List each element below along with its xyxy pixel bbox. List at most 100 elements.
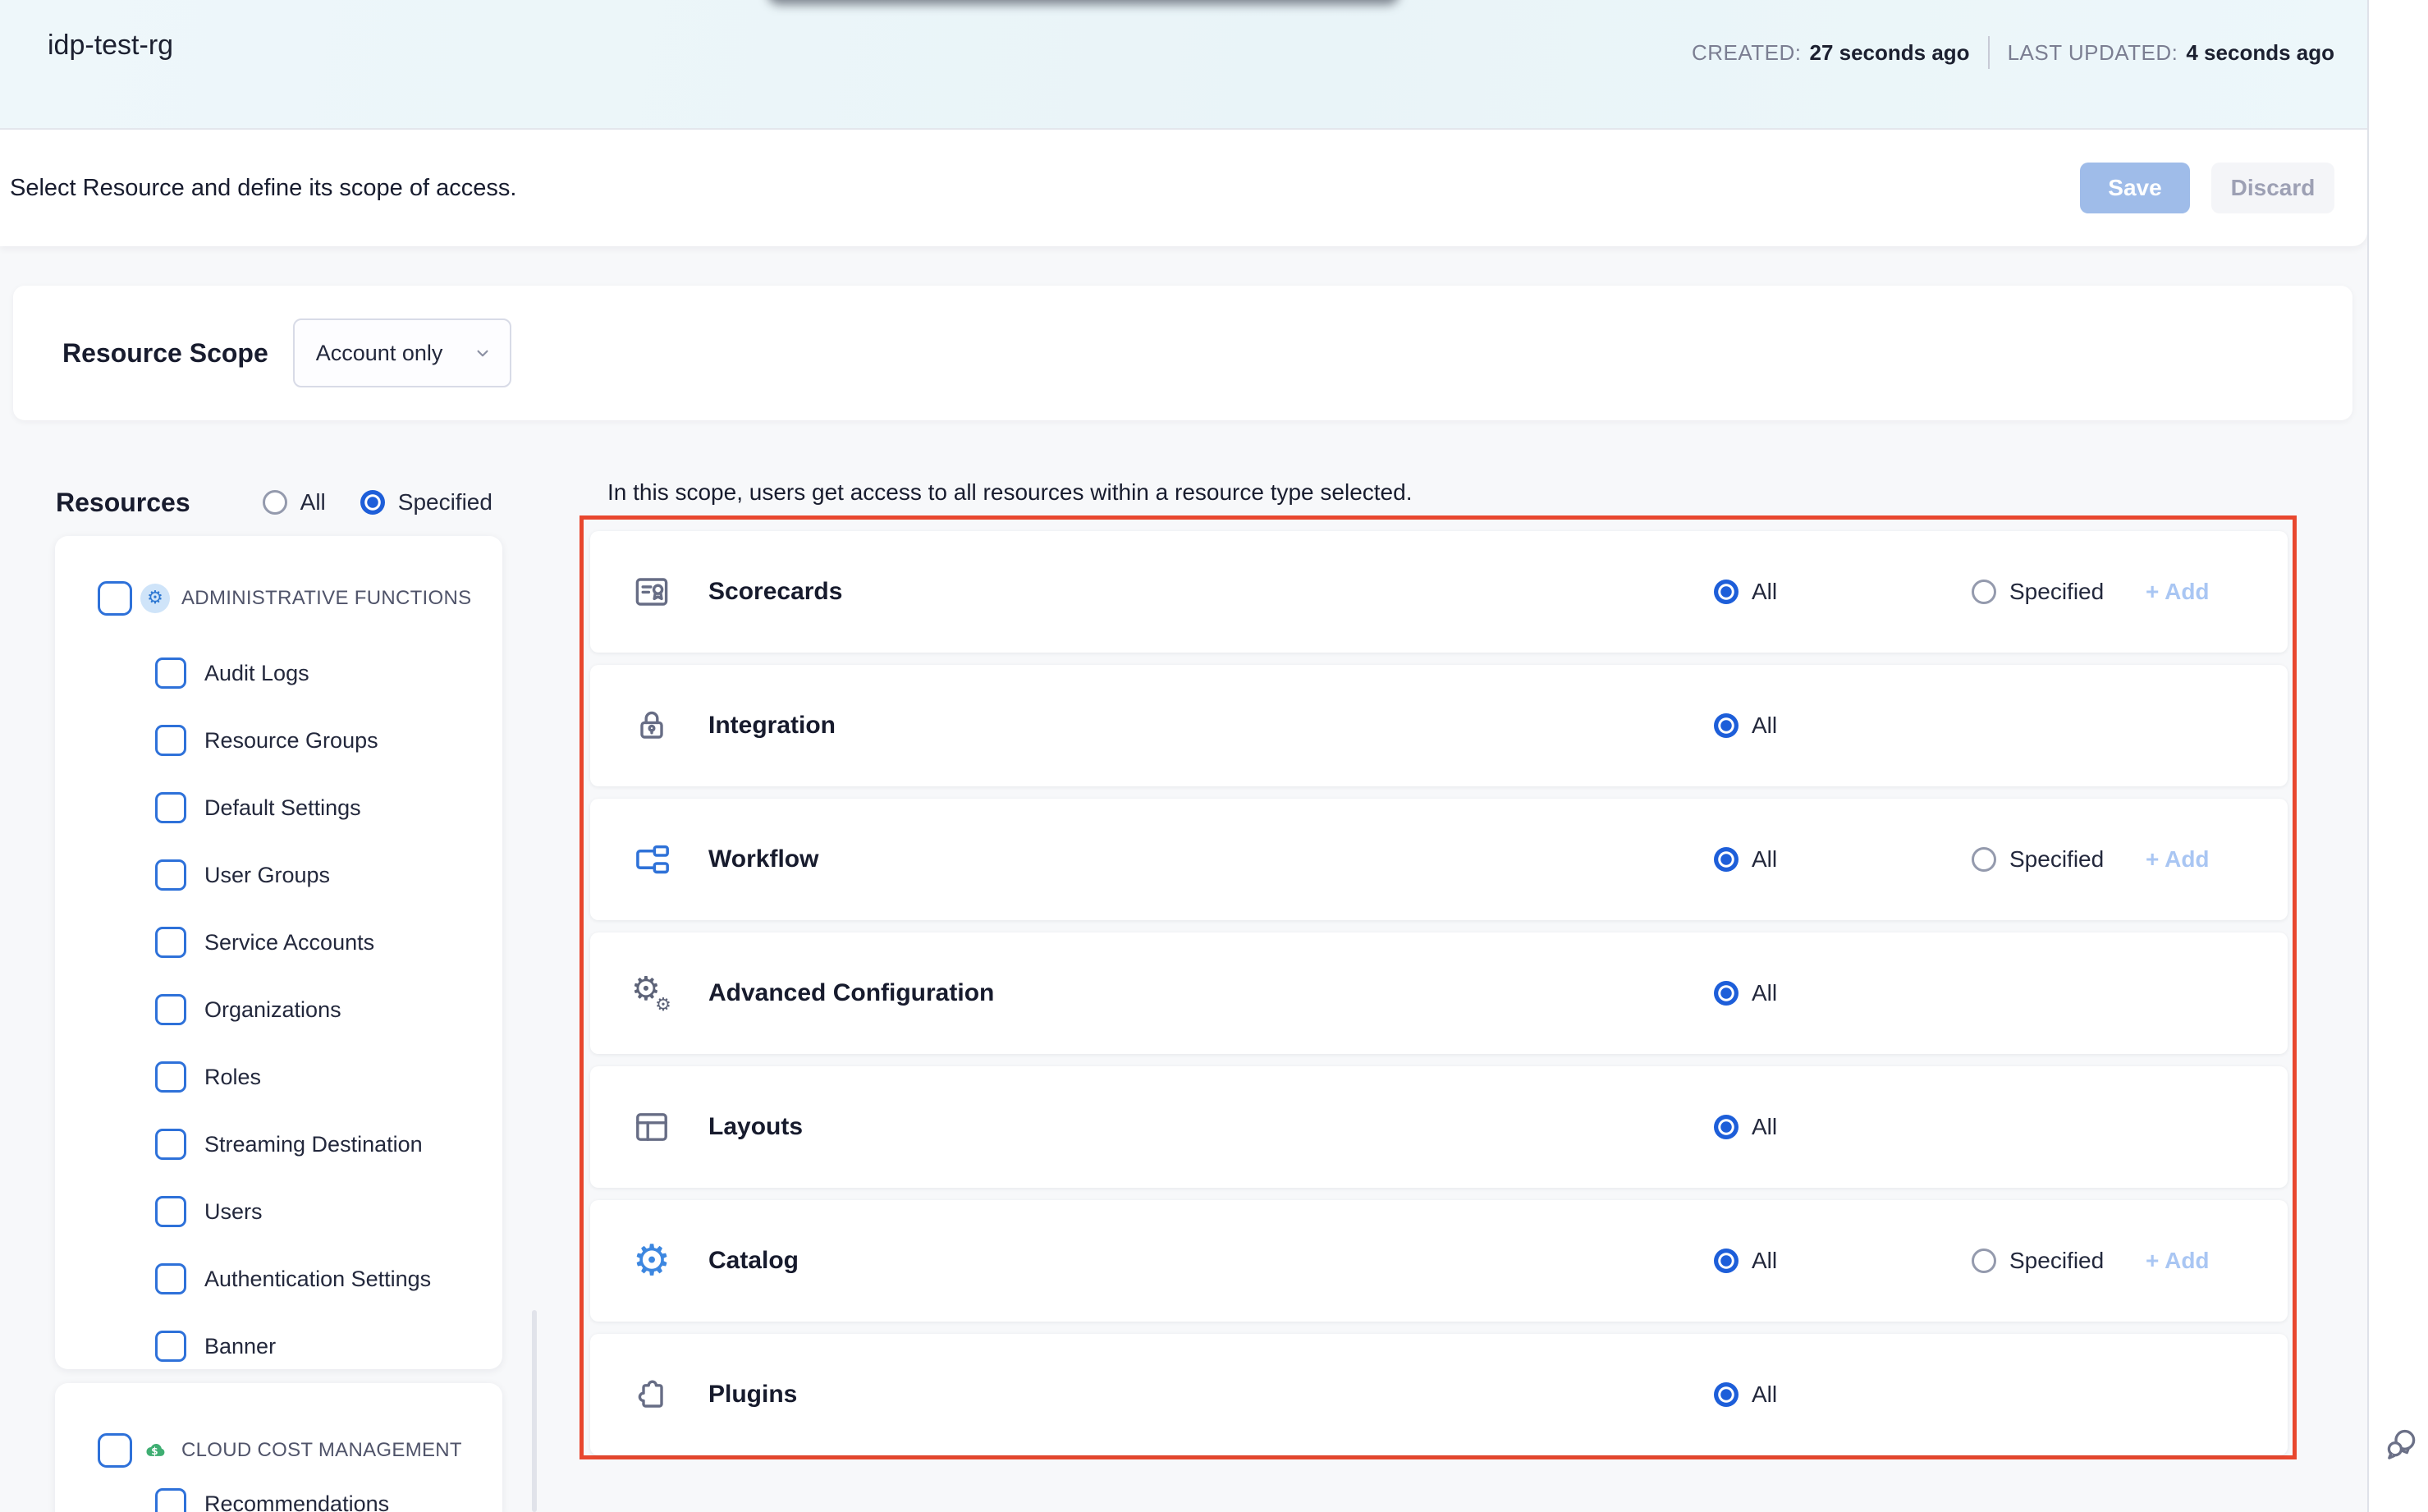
roles-checkbox[interactable] (155, 1061, 186, 1093)
item-label: Recommendations (204, 1491, 389, 1512)
default-settings-checkbox[interactable] (155, 792, 186, 823)
item-label: User Groups (204, 863, 330, 888)
specified-label: Specified (2009, 846, 2104, 873)
catalog-add-button[interactable]: + Add (2146, 1248, 2210, 1274)
scorecards-all-radio[interactable] (1714, 580, 1739, 604)
resource-rows-panel: Scorecards All Specified + Add Integrati… (580, 515, 2297, 1459)
resources-all-label: All (300, 489, 326, 515)
advanced-configuration-all-radio[interactable] (1714, 981, 1739, 1006)
sidebar-item-banner: Banner (55, 1313, 502, 1369)
recommendations-checkbox[interactable] (155, 1488, 186, 1512)
all-label: All (1752, 1381, 1777, 1408)
updated-value: 4 seconds ago (2186, 40, 2334, 66)
discard-button[interactable]: Discard (2211, 163, 2334, 213)
resources-specified-radio[interactable] (360, 490, 385, 515)
item-label: Users (204, 1199, 263, 1225)
action-description: Select Resource and define its scope of … (10, 175, 516, 202)
sidebar-item-resource-groups: Resource Groups (55, 707, 502, 774)
authentication-settings-checkbox[interactable] (155, 1263, 186, 1294)
gear-icon: ⚙ (140, 584, 170, 613)
item-label: Authentication Settings (204, 1267, 431, 1292)
row-label: Layouts (708, 1113, 803, 1141)
sidebar-item-default-settings: Default Settings (55, 774, 502, 841)
scope-note: In this scope, users get access to all r… (607, 479, 1412, 506)
sidebar-item-streaming-destination: Streaming Destination (55, 1111, 502, 1178)
header-meta: CREATED: 27 seconds ago LAST UPDATED: 4 … (1692, 36, 2334, 69)
gears-icon: ⚙⚙ (631, 973, 672, 1014)
user-groups-checkbox[interactable] (155, 859, 186, 891)
all-label: All (1752, 712, 1777, 739)
cloud-cost-checkbox[interactable] (98, 1433, 132, 1468)
resources-group-card-ccm: $ CLOUD COST MANAGEMENT Recommendations (55, 1383, 502, 1512)
item-label: Banner (204, 1334, 276, 1359)
sidebar-item-authentication-settings: Authentication Settings (55, 1245, 502, 1313)
workflow-all-radio[interactable] (1714, 847, 1739, 872)
row-label: Plugins (708, 1381, 797, 1409)
chat-help-icon[interactable] (2380, 1423, 2421, 1464)
item-label: Organizations (204, 997, 341, 1023)
svg-text:$: $ (151, 1446, 158, 1457)
workflow-icon (631, 839, 672, 880)
item-label: Resource Groups (204, 728, 378, 754)
group-row-admin-functions: ⚙ ADMINISTRATIVE FUNCTIONS (55, 579, 502, 618)
catalog-specified-radio[interactable] (1972, 1249, 1996, 1273)
page: idp-test-rg CREATED: 27 seconds ago LAST… (0, 0, 2428, 1512)
integration-all-radio[interactable] (1714, 713, 1739, 738)
sidebar-item-audit-logs: Audit Logs (55, 639, 502, 707)
layouts-all-radio[interactable] (1714, 1115, 1739, 1139)
resource-scope-card: Resource Scope Account only (13, 286, 2352, 420)
resources-title: Resources (56, 488, 190, 518)
catalog-all-radio[interactable] (1714, 1249, 1739, 1273)
banner-checkbox[interactable] (155, 1331, 186, 1362)
admin-functions-checkbox[interactable] (98, 581, 132, 616)
sidebar-item-user-groups: User Groups (55, 841, 502, 909)
layout-icon (631, 1107, 672, 1148)
gear-filled-icon: ⚙ (631, 1240, 672, 1281)
plugins-all-radio[interactable] (1714, 1382, 1739, 1407)
sidebar-item-organizations: Organizations (55, 976, 502, 1043)
page-title: idp-test-rg (48, 30, 173, 62)
puzzle-icon (631, 1374, 672, 1415)
resource-scope-dropdown[interactable]: Account only (293, 318, 511, 387)
resources-specified-label: Specified (398, 489, 492, 515)
cloud-dollar-icon: $ (140, 1436, 170, 1465)
row-integration: Integration All (590, 665, 2288, 786)
scorecards-specified-radio[interactable] (1972, 580, 1996, 604)
streaming-destination-checkbox[interactable] (155, 1129, 186, 1160)
row-advanced-configuration: ⚙⚙ Advanced Configuration All (590, 932, 2288, 1054)
resource-scope-selected: Account only (316, 341, 443, 366)
item-label: Streaming Destination (204, 1132, 423, 1157)
workflow-specified-radio[interactable] (1972, 847, 1996, 872)
group-label: ADMINISTRATIVE FUNCTIONS (181, 587, 471, 610)
row-label: Integration (708, 712, 836, 740)
users-checkbox[interactable] (155, 1196, 186, 1227)
sidebar-item-service-accounts: Service Accounts (55, 909, 502, 976)
created-label: CREATED: (1692, 40, 1802, 66)
updated-meta: LAST UPDATED: 4 seconds ago (2008, 40, 2334, 66)
service-accounts-checkbox[interactable] (155, 927, 186, 958)
resources-all-radio[interactable] (263, 490, 287, 515)
scorecards-add-button[interactable]: + Add (2146, 579, 2210, 605)
resource-groups-checkbox[interactable] (155, 725, 186, 756)
group-row-cloud-cost: $ CLOUD COST MANAGEMENT (55, 1431, 502, 1470)
row-layouts: Layouts All (590, 1066, 2288, 1188)
item-label: Audit Logs (204, 661, 309, 686)
group-label: CLOUD COST MANAGEMENT (181, 1439, 462, 1462)
workflow-add-button[interactable]: + Add (2146, 846, 2210, 873)
item-label: Default Settings (204, 795, 361, 821)
sidebar-scrollbar[interactable] (532, 1310, 537, 1512)
action-buttons: Save Discard (2080, 163, 2334, 213)
row-scorecards: Scorecards All Specified + Add (590, 531, 2288, 653)
item-label: Roles (204, 1065, 261, 1090)
action-bar: Select Resource and define its scope of … (0, 130, 2367, 246)
audit-logs-checkbox[interactable] (155, 657, 186, 689)
specified-label: Specified (2009, 579, 2104, 605)
all-label: All (1752, 846, 1777, 873)
top-overlay-shadow (767, 0, 1400, 5)
row-label: Scorecards (708, 578, 842, 606)
save-button[interactable]: Save (2080, 163, 2190, 213)
item-label: Service Accounts (204, 930, 374, 955)
meta-divider (1988, 36, 1990, 69)
organizations-checkbox[interactable] (155, 994, 186, 1025)
row-label: Advanced Configuration (708, 979, 994, 1007)
